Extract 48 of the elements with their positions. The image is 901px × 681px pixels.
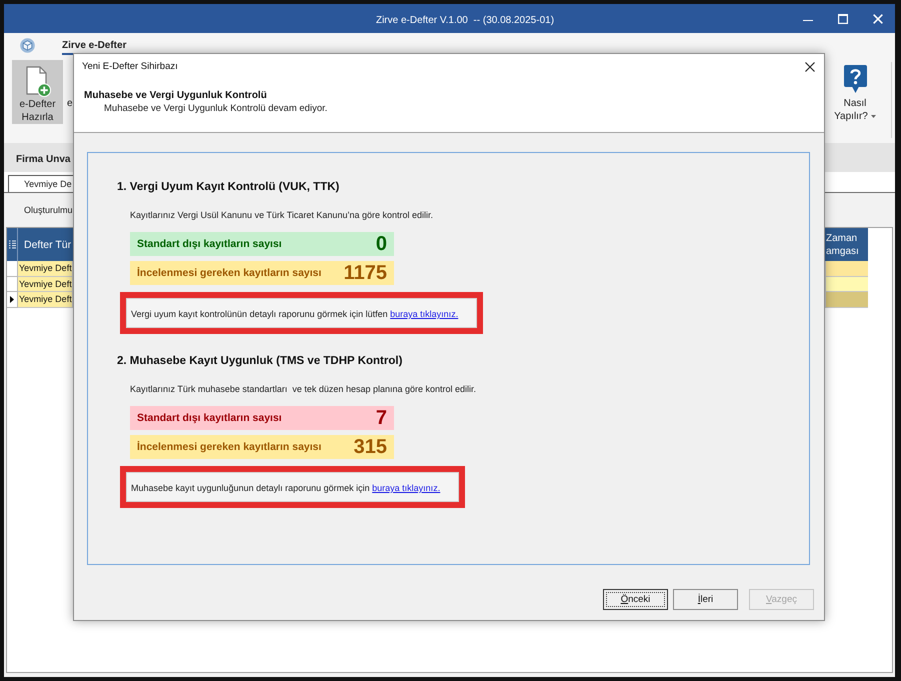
minimize-icon [802, 20, 812, 22]
stat-value: 7 [376, 406, 387, 430]
stat-label: Standart dışı kayıtların sayısı [137, 412, 282, 424]
stat-value: 1175 [344, 261, 387, 285]
section-label: Oluşturulmu [24, 205, 73, 215]
table-cell [825, 261, 868, 276]
section-heading: 2. Muhasebe Kayıt Uygunluk (TMS ve TDHP Kontrol) [117, 354, 402, 368]
ribbon-button[interactable]: e [67, 97, 73, 110]
stat-value: 315 [354, 435, 387, 459]
row-pointer-icon [10, 296, 14, 303]
table-cell: Yevmiye Deft [18, 276, 73, 292]
help-button[interactable]: Nasıl Yapılır? [831, 60, 879, 124]
section-description: Kayıtlarınız Vergi Usül Kanunu ve Türk Ticaret Kanunu’na göre kontrol edilir. [130, 209, 433, 221]
caret-icon [870, 114, 876, 118]
table-cell [825, 292, 868, 308]
section-heading: 1. Vergi Uyum Kayıt Kontrolü (VUK, TTK) [117, 180, 340, 194]
column-header[interactable]: Defter Tür [18, 228, 73, 261]
stat-label: İncelenmesi gereken kayıtların sayısı [137, 441, 322, 453]
report-text: Muhasebe kayıt uygunluğunun detaylı raporunu görmek için buraya tıklayınız. [131, 483, 440, 493]
firm-title: Firma Unva [16, 154, 70, 165]
dialog-title: Yeni E-Defter Sihirbazı [82, 60, 178, 74]
report-link[interactable]: buraya tıklayınız. [390, 309, 458, 319]
document-plus-icon [24, 66, 50, 97]
close-button[interactable] [803, 60, 817, 74]
dialog-button[interactable]: İleri [673, 589, 738, 610]
report-text: Vergi uyum kayıt kontrolünün detaylı raporunu görmek için lütfen buraya tıklayınız. [131, 309, 458, 319]
dialog-button[interactable]: Önceki [603, 589, 668, 610]
table-cell [825, 276, 868, 292]
row-header[interactable] [7, 292, 18, 308]
maximize-icon [838, 14, 848, 24]
table-cell: Yevmiye Deft [18, 292, 73, 308]
step-title: Muhasebe ve Vergi Uygunluk Kontrolü [83, 89, 267, 102]
list-icon [8, 240, 16, 249]
ribbon-button[interactable]: e-Defter Hazırla [12, 60, 63, 124]
step-description: Muhasebe ve Vergi Uygunluk Kontrolü devam ediyor. [103, 102, 328, 115]
close-icon [872, 14, 882, 24]
help-icon [844, 65, 866, 93]
stat-label: Standart dışı kayıtların sayısı [137, 238, 282, 250]
close-icon [805, 62, 815, 72]
section-description: Kayıtlarınız Türk muhasebe standartları ve tek düzen hesap planına göre kontrol edilir. [130, 383, 476, 395]
document-tab[interactable]: Yevmiye De [8, 175, 73, 192]
table-cell: Yevmiye Deft [18, 261, 73, 276]
stat-value: 0 [376, 232, 387, 256]
logo-icon [20, 38, 35, 53]
column-header[interactable]: Zaman amgası [825, 228, 868, 261]
window-title: Zirve e-Defter V.1.00 -- (30.08.2025-01) [376, 14, 554, 26]
stat-label: İncelenmesi gereken kayıtların sayısı [137, 267, 322, 279]
report-link[interactable]: buraya tıklayınız. [372, 483, 440, 493]
